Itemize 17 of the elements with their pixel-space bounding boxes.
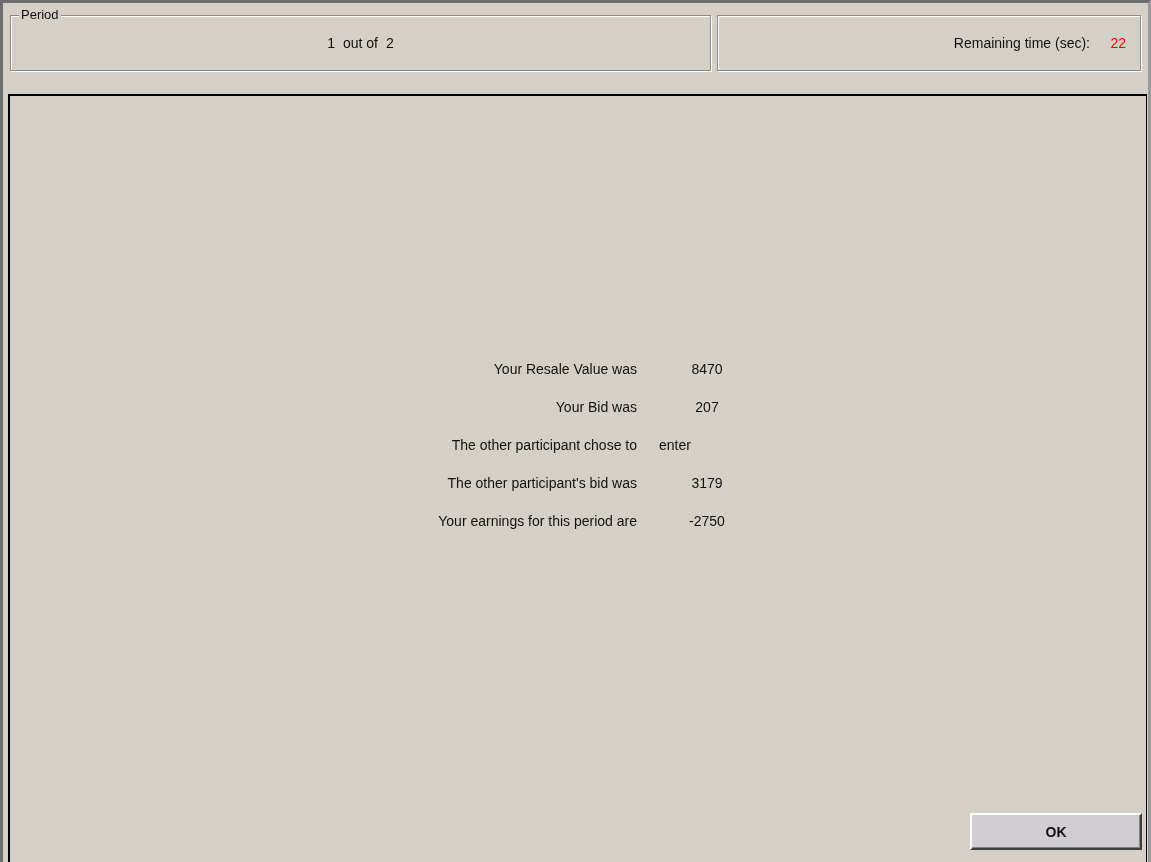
period-current: 1 (327, 35, 335, 51)
result-value: -2750 (688, 512, 726, 530)
result-value: enter (658, 436, 692, 454)
result-value: 3179 (690, 474, 724, 492)
result-label: Your Resale Value was (492, 360, 637, 378)
result-value: 8470 (690, 360, 724, 378)
result-label: The other participant chose to (450, 436, 637, 454)
timer-value: 22 (1109, 35, 1126, 51)
ok-button[interactable]: OK (970, 813, 1142, 850)
timer-label: Remaining time (sec): (953, 35, 1090, 51)
period-total: 2 (386, 35, 394, 51)
period-separator: out of (343, 35, 378, 51)
result-label: Your earnings for this period are (437, 512, 637, 530)
result-value: 207 (694, 398, 720, 416)
result-label: Your Bid was (554, 398, 637, 416)
result-label: The other participant's bid was (446, 474, 637, 492)
period-legend: Period (19, 7, 61, 22)
